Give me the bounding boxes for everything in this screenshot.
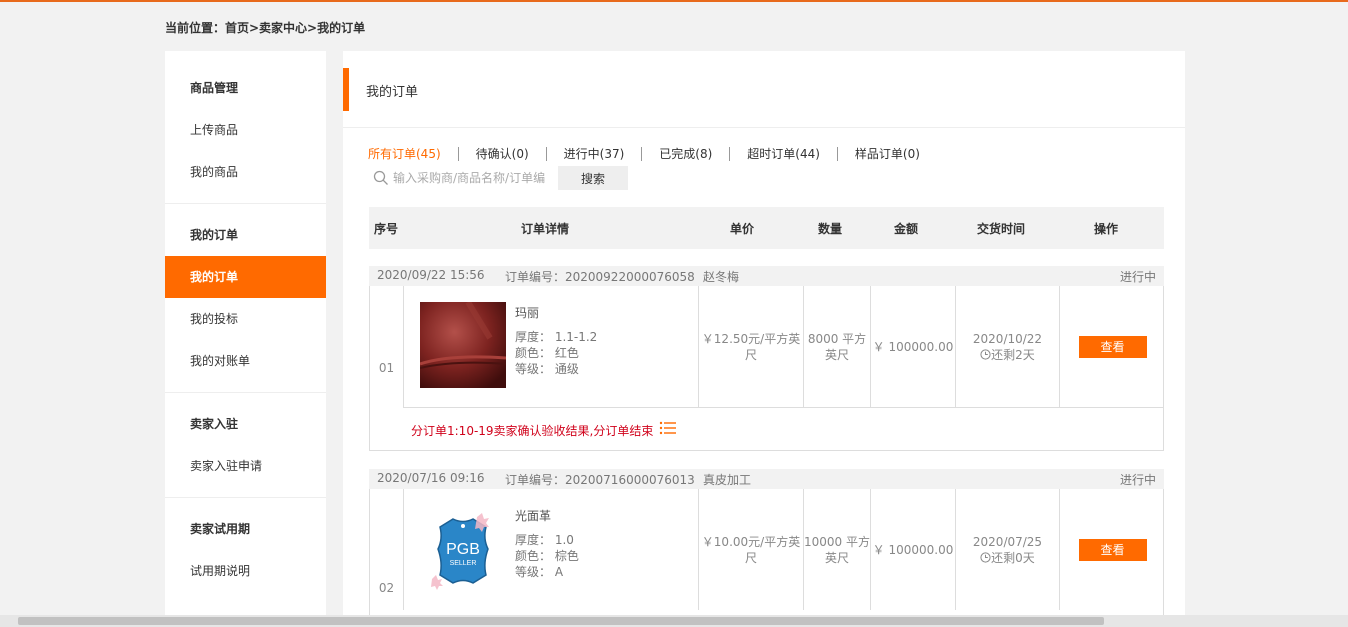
search-field xyxy=(368,166,558,190)
order-number: 订单编号：20200922000076058 xyxy=(505,270,695,284)
col-delivery: 交货时间 xyxy=(977,222,1026,236)
remaining-time: 还剩0天 xyxy=(980,550,1035,566)
remaining-time: 还剩2天 xyxy=(980,347,1035,363)
clock-icon xyxy=(980,552,991,563)
delivery-cell: 2020/10/22 还剩2天 xyxy=(955,286,1059,407)
remaining-text: 还剩0天 xyxy=(991,550,1035,565)
search-button[interactable]: 搜索 xyxy=(558,166,628,190)
tab-all-orders[interactable]: 所有订单(45) xyxy=(368,147,458,161)
order-index: 02 xyxy=(378,581,395,595)
list-icon[interactable] xyxy=(659,420,677,439)
title-accent-bar xyxy=(343,68,349,111)
table-header: 序号 订单详情 单价 数量 金额 交货时间 操作 xyxy=(369,207,1164,249)
product-thickness: 厚度： 1.0 xyxy=(515,533,574,547)
order-detail: 01 玛丽 厚度： 1.1-1.2 颜色： 红色 等级： 通级 ￥12.50元/… xyxy=(369,286,1164,451)
product-color: 颜色： 红色 xyxy=(515,346,579,360)
order-card: 2020/07/16 09:16 订单编号：20200716000076013 … xyxy=(369,469,1164,616)
col-price: 单价 xyxy=(730,222,755,236)
action-cell: 查看 xyxy=(1059,286,1165,407)
order-tabs: 所有订单(45) 待确认(0) 进行中(37) 已完成(8) 超时订单(44) … xyxy=(368,146,937,162)
col-details: 订单详情 xyxy=(521,222,570,236)
search-icon xyxy=(369,167,393,189)
buyer-name: 真皮加工 xyxy=(703,473,752,487)
sidebar-item-seller-apply[interactable]: 卖家入驻申请 xyxy=(165,445,326,487)
order-number: 订单编号：20200716000076013 xyxy=(505,473,695,487)
delivery-date: 2020/07/25 xyxy=(972,534,1043,549)
view-order-button[interactable]: 查看 xyxy=(1078,538,1147,561)
col-action: 操作 xyxy=(1094,222,1119,236)
delivery-date: 2020/10/22 xyxy=(972,331,1043,346)
amount: ￥ 100000.00 xyxy=(870,286,955,407)
quantity: 10000 平方英尺 xyxy=(803,489,870,610)
order-summary-bar: 2020/07/16 09:16 订单编号：20200716000076013 … xyxy=(369,469,1164,489)
sidebar-item-my-orders[interactable]: 我的订单 xyxy=(165,256,326,298)
tab-pending[interactable]: 待确认(0) xyxy=(457,147,546,161)
sidebar-head-trial: 卖家试用期 xyxy=(190,522,251,536)
breadcrumb: 当前位置：首页>卖家中心>我的订单 xyxy=(165,21,366,35)
top-accent-line xyxy=(0,0,1348,2)
sidebar: 商品管理 上传商品 我的商品 我的订单 我的订单 我的投标 我的对账单 卖家入驻… xyxy=(165,51,326,616)
order-card: 2020/09/22 15:56 订单编号：20200922000076058 … xyxy=(369,266,1164,451)
product-name: 玛丽 xyxy=(515,306,540,320)
logo-text: PGB xyxy=(446,541,480,558)
seller-logo: PGB SELLER xyxy=(420,505,506,591)
main-panel: 我的订单 所有订单(45) 待确认(0) 进行中(37) 已完成(8) 超时订单… xyxy=(343,51,1185,616)
sidebar-head-orders: 我的订单 xyxy=(190,228,239,242)
sidebar-group-seller-join: 卖家入驻 卖家入驻申请 xyxy=(165,393,326,498)
remaining-text: 还剩2天 xyxy=(991,347,1035,362)
tab-sample-orders[interactable]: 样品订单(0) xyxy=(836,147,937,161)
sidebar-item-statements[interactable]: 我的对账单 xyxy=(165,340,326,382)
sidebar-group-trial: 卖家试用期 试用期说明 xyxy=(165,498,326,602)
product-grade: 等级： 通级 xyxy=(515,362,579,376)
logo-subtext: SELLER xyxy=(450,560,477,567)
unit-price: ￥10.00元/平方英尺 xyxy=(698,489,803,610)
amount: ￥ 100000.00 xyxy=(870,489,955,610)
page-title: 我的订单 xyxy=(366,85,419,100)
product-color: 颜色： 棕色 xyxy=(515,549,579,563)
order-status: 进行中 xyxy=(1119,473,1156,487)
order-detail: 02 PGB SELLER 光面革 厚度： 1.0 颜色： 棕色 等级： A ￥… xyxy=(369,489,1164,616)
sidebar-head-goods: 商品管理 xyxy=(190,81,239,95)
delivery-cell: 2020/07/25 还剩0天 xyxy=(955,489,1059,610)
quantity: 8000 平方英尺 xyxy=(803,286,870,407)
scrollbar-thumb[interactable] xyxy=(18,617,1104,625)
col-amount: 金额 xyxy=(894,222,919,236)
search-bar: 搜索 xyxy=(368,166,628,190)
buyer-name: 赵冬梅 xyxy=(703,270,740,284)
horizontal-scrollbar[interactable] xyxy=(0,615,1348,627)
order-status: 进行中 xyxy=(1119,270,1156,284)
panel-header: 我的订单 xyxy=(343,51,1185,128)
view-order-button[interactable]: 查看 xyxy=(1078,335,1147,358)
search-input[interactable] xyxy=(393,171,553,185)
clock-icon xyxy=(980,349,991,360)
col-qty: 数量 xyxy=(818,222,843,236)
order-date: 2020/09/22 15:56 xyxy=(377,268,485,282)
unit-price: ￥12.50元/平方英尺 xyxy=(698,286,803,407)
sub-order-row: 分订单1:10-19卖家确认验收结果,分订单结束 xyxy=(403,407,1164,450)
sidebar-head-seller-join: 卖家入驻 xyxy=(190,417,239,431)
tab-completed[interactable]: 已完成(8) xyxy=(641,147,729,161)
tab-in-progress[interactable]: 进行中(37) xyxy=(545,147,642,161)
sidebar-group-orders: 我的订单 我的订单 我的投标 我的对账单 xyxy=(165,204,326,393)
sidebar-item-my-goods[interactable]: 我的商品 xyxy=(165,151,326,193)
sidebar-item-trial-info[interactable]: 试用期说明 xyxy=(165,550,326,592)
product-thumbnail xyxy=(419,300,507,388)
tab-overdue[interactable]: 超时订单(44) xyxy=(729,147,837,161)
product-thickness: 厚度： 1.1-1.2 xyxy=(515,330,598,344)
sidebar-group-goods: 商品管理 上传商品 我的商品 xyxy=(165,51,326,204)
order-summary-bar: 2020/09/22 15:56 订单编号：20200922000076058 … xyxy=(369,266,1164,286)
product-grade: 等级： A xyxy=(515,565,564,579)
product-name: 光面革 xyxy=(515,509,552,523)
col-index: 序号 xyxy=(374,222,399,236)
order-date: 2020/07/16 09:16 xyxy=(377,471,485,485)
order-index: 01 xyxy=(378,361,395,375)
sidebar-item-upload[interactable]: 上传商品 xyxy=(165,109,326,151)
action-cell: 查看 xyxy=(1059,489,1165,610)
sidebar-item-my-bids[interactable]: 我的投标 xyxy=(165,298,326,340)
sub-order-status: 分订单1:10-19卖家确认验收结果,分订单结束 xyxy=(411,424,654,438)
